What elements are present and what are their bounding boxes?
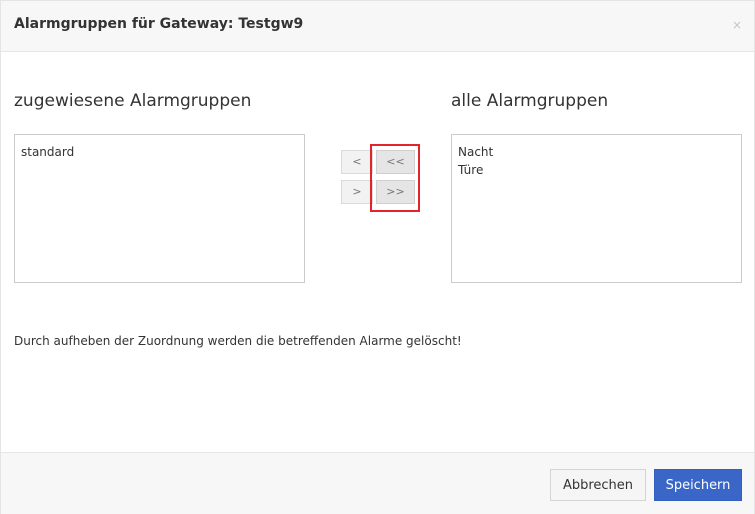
move-selected-to-assigned-button[interactable]: < <box>341 150 373 174</box>
close-icon[interactable]: × <box>732 18 742 32</box>
dialog-title: Alarmgruppen für Gateway: Testgw9 <box>14 16 304 32</box>
dialog-header: Alarmgruppen für Gateway: Testgw9 × <box>1 1 754 52</box>
move-all-to-available-button[interactable]: >> <box>376 180 415 204</box>
list-item[interactable]: standard <box>21 143 298 161</box>
all-groups-heading: alle Alarmgruppen <box>451 91 609 111</box>
list-item[interactable]: Nacht <box>458 143 735 161</box>
move-all-to-assigned-button[interactable]: << <box>376 150 415 174</box>
save-button[interactable]: Speichern <box>654 469 742 501</box>
assigned-groups-list[interactable]: standard <box>14 134 305 283</box>
assigned-groups-heading: zugewiesene Alarmgruppen <box>14 91 252 111</box>
alarm-groups-dialog: Alarmgruppen für Gateway: Testgw9 × zuge… <box>0 0 755 514</box>
deletion-notice: Durch aufheben der Zuordnung werden die … <box>14 334 462 348</box>
move-selected-to-available-button[interactable]: > <box>341 180 373 204</box>
dialog-footer: Abbrechen Speichern <box>1 452 754 514</box>
list-item[interactable]: Türe <box>458 161 735 179</box>
all-groups-list[interactable]: Nacht Türe <box>451 134 742 283</box>
cancel-button[interactable]: Abbrechen <box>550 469 646 501</box>
